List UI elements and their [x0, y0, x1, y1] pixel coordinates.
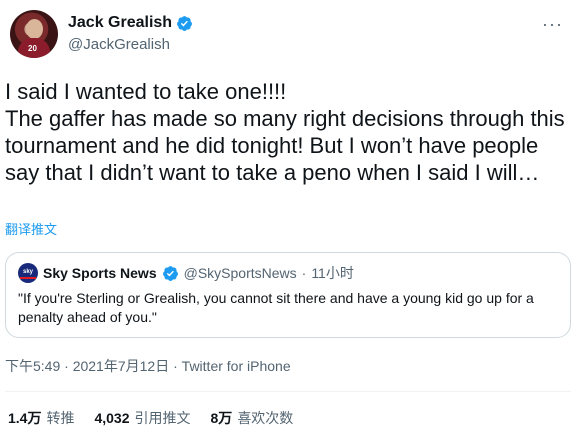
quoted-avatar-logo-text: sky: [22, 269, 33, 275]
quoted-separator: ·: [301, 265, 307, 281]
quoted-tweet-text: "If you're Sterling or Grealish, you can…: [18, 290, 534, 325]
quoted-time: 11小时: [311, 265, 354, 281]
likes-label: 喜欢次数: [237, 410, 294, 426]
meta-separator: ·: [173, 358, 178, 374]
tweet-text: I said I wanted to take one!!!! The gaff…: [5, 79, 565, 185]
avatar-shirt-number: 20: [28, 44, 37, 53]
divider: [5, 391, 571, 392]
quoted-tweet-header: sky Sky Sports News @SkySportsNews · 11小…: [18, 263, 354, 283]
quoted-author-handle: @SkySportsNews: [183, 265, 297, 281]
author-display-name[interactable]: Jack Grealish: [68, 14, 172, 32]
verified-badge-icon: [177, 15, 193, 31]
retweets-label: 转推: [46, 410, 75, 426]
translate-tweet-link[interactable]: 翻译推文: [5, 219, 57, 238]
quotes-label: 引用推文: [134, 410, 191, 426]
more-options-icon[interactable]: ···: [542, 14, 563, 35]
tweet-time[interactable]: 下午5:49: [5, 358, 60, 374]
likes-stat[interactable]: 8万 喜欢次数: [211, 408, 294, 428]
likes-count: 8万: [210, 410, 233, 426]
quoted-tweet[interactable]: sky Sky Sports News @SkySportsNews · 11小…: [5, 252, 571, 338]
quoted-author-avatar: sky: [18, 263, 38, 283]
tweet-meta: 下午5:49 · 2021年7月12日 · Twitter for iPhone: [5, 356, 291, 376]
author-handle[interactable]: @JackGrealish: [68, 36, 193, 53]
tweet-date[interactable]: 2021年7月12日: [73, 358, 170, 374]
tweet-header: 20 Jack Grealish @JackGrealish ···: [10, 10, 569, 64]
author-display-name-row[interactable]: Jack Grealish: [68, 14, 193, 32]
quotes-count: 4,032: [94, 410, 130, 426]
meta-separator: ·: [64, 358, 69, 374]
avatar-face: [26, 19, 43, 39]
author-names: Jack Grealish @JackGrealish: [68, 14, 193, 53]
quoted-verified-badge-icon: [162, 265, 178, 281]
author-avatar[interactable]: 20: [10, 10, 58, 58]
quotes-stat[interactable]: 4,032 引用推文: [94, 408, 190, 428]
retweets-count: 1.4万: [8, 410, 42, 426]
quoted-author-name: Sky Sports News: [43, 265, 157, 281]
retweets-stat[interactable]: 1.4万 转推: [8, 408, 74, 428]
tweet-source[interactable]: Twitter for iPhone: [182, 358, 291, 374]
tweet-stats: 1.4万 转推 4,032 引用推文 8万 喜欢次数: [8, 408, 293, 428]
quoted-avatar-stripe: [20, 277, 36, 279]
